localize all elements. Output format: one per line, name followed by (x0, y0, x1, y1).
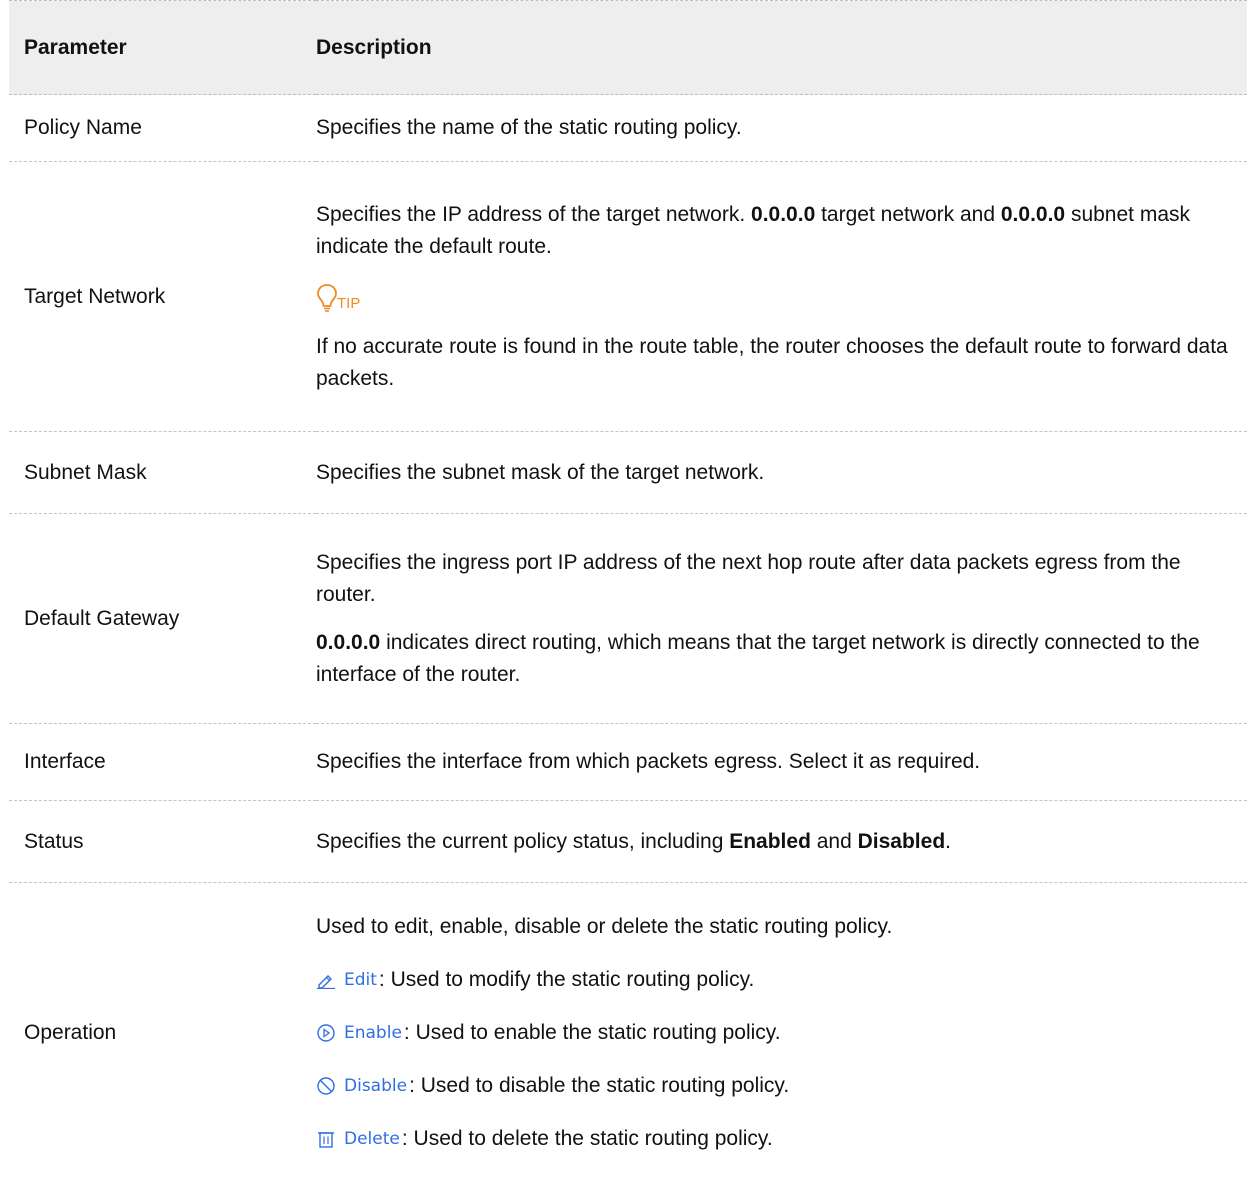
header-description: Description (316, 35, 432, 59)
operation-item-enable: Enable : Used to enable the static routi… (316, 1017, 1239, 1049)
play-circle-icon (317, 1024, 335, 1042)
header-parameter: Parameter (24, 35, 127, 59)
desc-default-gateway: Specifies the ingress port IP address of… (316, 514, 1247, 724)
operation-item-delete: Delete : Used to delete the static routi… (316, 1123, 1239, 1155)
delete-description: : Used to delete the static routing poli… (401, 1126, 773, 1150)
operation-intro: Used to edit, enable, disable or delete … (316, 914, 893, 938)
table-row-default-gateway: Default Gateway Specifies the ingress po… (9, 514, 1247, 724)
gateway-description: Specifies the ingress port IP address of… (316, 550, 1181, 606)
target-network-description: Specifies the IP address of the target n… (316, 202, 1191, 258)
edit-button[interactable]: Edit (316, 970, 377, 990)
param-default-gateway: Default Gateway (24, 606, 180, 630)
delete-button[interactable]: Delete (316, 1129, 400, 1149)
operation-item-edit: Edit : Used to modify the static routing… (316, 964, 1239, 996)
tip-callout: TIP (316, 279, 1239, 313)
param-policy-name: Policy Name (24, 116, 142, 139)
delete-label: Delete (344, 1128, 400, 1149)
table-row-target-network: Target Network Specifies the IP address … (9, 162, 1247, 432)
gateway-direct-routing-note: 0.0.0.0 indicates direct routing, which … (316, 630, 1200, 686)
enable-label: Enable (344, 1022, 402, 1043)
param-status: Status (24, 829, 84, 853)
disable-label: Disable (344, 1075, 408, 1096)
enable-description: : Used to enable the static routing poli… (403, 1020, 781, 1044)
table-row-status: Status Specifies the current policy stat… (9, 801, 1247, 883)
table-row-operation: Operation Used to edit, enable, disable … (9, 883, 1247, 1183)
edit-description: : Used to modify the static routing poli… (378, 967, 755, 991)
table-row-subnet-mask: Subnet Mask Specifies the subnet mask of… (9, 432, 1247, 514)
operation-list: Used to edit, enable, disable or delete … (316, 911, 1239, 1155)
operation-item-disable: Disable : Used to disable the static rou… (316, 1070, 1239, 1102)
table-row-interface: Interface Specifies the interface from w… (9, 724, 1247, 801)
tip-label: TIP (337, 294, 361, 312)
parameter-table: Parameter Description Policy Name Specif… (9, 0, 1247, 1183)
desc-target-network: Specifies the IP address of the target n… (316, 162, 1247, 432)
pencil-icon (317, 974, 335, 989)
edit-label: Edit (344, 969, 377, 990)
lightbulb-icon (317, 283, 337, 312)
desc-policy-name: Specifies the name of the static routing… (316, 116, 742, 139)
table-row-policy-name: Policy Name Specifies the name of the st… (9, 95, 1247, 162)
param-subnet-mask: Subnet Mask (24, 460, 147, 484)
tip-text: If no accurate route is found in the rou… (316, 334, 1228, 390)
prohibit-icon (317, 1077, 335, 1095)
disable-button[interactable]: Disable (316, 1076, 407, 1096)
desc-status: Specifies the current policy status, inc… (316, 829, 951, 853)
table-header-row: Parameter Description (9, 0, 1247, 95)
param-operation: Operation (24, 1020, 117, 1044)
trash-icon (318, 1132, 334, 1148)
param-target-network: Target Network (24, 284, 166, 308)
desc-operation: Used to edit, enable, disable or delete … (316, 883, 1247, 1183)
param-interface: Interface (24, 750, 106, 773)
enable-button[interactable]: Enable (316, 1023, 402, 1043)
desc-interface: Specifies the interface from which packe… (316, 750, 981, 773)
desc-subnet-mask: Specifies the subnet mask of the target … (316, 460, 765, 484)
disable-description: : Used to disable the static routing pol… (409, 1073, 790, 1097)
